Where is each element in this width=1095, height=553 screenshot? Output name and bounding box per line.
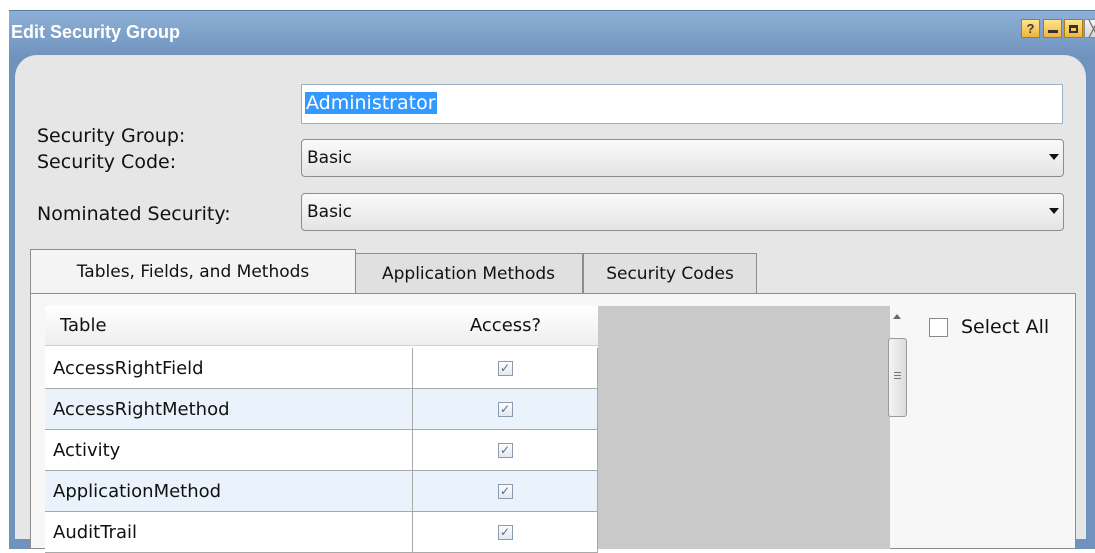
select-all-label[interactable]: Select All	[961, 316, 1049, 338]
nominated-security-select[interactable]: Basic	[301, 193, 1064, 231]
table-row-access[interactable]: ✓	[413, 430, 598, 471]
grip-line	[894, 375, 901, 376]
tab-application-methods[interactable]: Application Methods	[354, 253, 583, 293]
grip-line	[894, 372, 901, 373]
security-code-value: Basic	[307, 148, 353, 168]
access-checkbox[interactable]: ✓	[497, 401, 513, 417]
scroll-up-arrow-icon[interactable]	[893, 314, 901, 319]
tab-tables-fields-methods[interactable]: Tables, Fields, and Methods	[30, 249, 356, 293]
security-group-value: Administrator	[305, 92, 437, 114]
window-title: Edit Security Group	[11, 22, 181, 42]
chevron-down-icon	[1049, 154, 1059, 160]
access-checkbox[interactable]: ✓	[497, 524, 513, 540]
table-row-name[interactable]: Activity	[45, 430, 413, 471]
select-all-checkbox[interactable]	[929, 318, 948, 337]
maximize-button[interactable]	[1064, 19, 1083, 38]
tab-security-codes[interactable]: Security Codes	[583, 253, 757, 293]
table-row-access[interactable]: ✓	[413, 471, 598, 512]
minimize-icon	[1047, 30, 1058, 33]
column-header-access[interactable]: Access?	[413, 306, 598, 346]
grip-line	[894, 378, 901, 379]
table-row-name[interactable]: AuditTrail	[45, 512, 413, 553]
chevron-down-icon	[1049, 208, 1059, 214]
help-icon: ?	[1026, 21, 1035, 36]
table-row-access[interactable]: ✓	[413, 348, 598, 389]
table-row-name[interactable]: AccessRightMethod	[45, 389, 413, 430]
access-checkbox[interactable]: ✓	[497, 442, 513, 458]
access-checkbox[interactable]: ✓	[497, 360, 513, 376]
security-group-input[interactable]: Administrator	[301, 84, 1063, 124]
nominated-security-label: Nominated Security:	[37, 203, 231, 225]
minimize-button[interactable]	[1043, 19, 1062, 38]
table-row-name[interactable]: ApplicationMethod	[45, 471, 413, 512]
title-bar[interactable]: Edit Security Group ? ╳	[9, 10, 1095, 57]
scrollbar-thumb[interactable]	[888, 338, 907, 417]
table-row-access[interactable]: ✓	[413, 512, 598, 553]
security-code-select[interactable]: Basic	[301, 139, 1064, 177]
nominated-security-value: Basic	[307, 202, 353, 222]
close-icon: ╳	[1088, 20, 1095, 38]
table-row-name[interactable]: AccessRightField	[45, 348, 413, 389]
access-checkbox[interactable]: ✓	[497, 483, 513, 499]
security-group-label: Security Group:	[37, 125, 186, 147]
grid-empty-area	[598, 306, 890, 549]
maximize-icon	[1069, 24, 1078, 33]
help-button[interactable]: ?	[1021, 19, 1040, 38]
close-button[interactable]: ╳	[1084, 19, 1095, 38]
table-row-access[interactable]: ✓	[413, 389, 598, 430]
security-code-label: Security Code:	[37, 151, 177, 173]
column-header-table[interactable]: Table	[45, 306, 413, 346]
